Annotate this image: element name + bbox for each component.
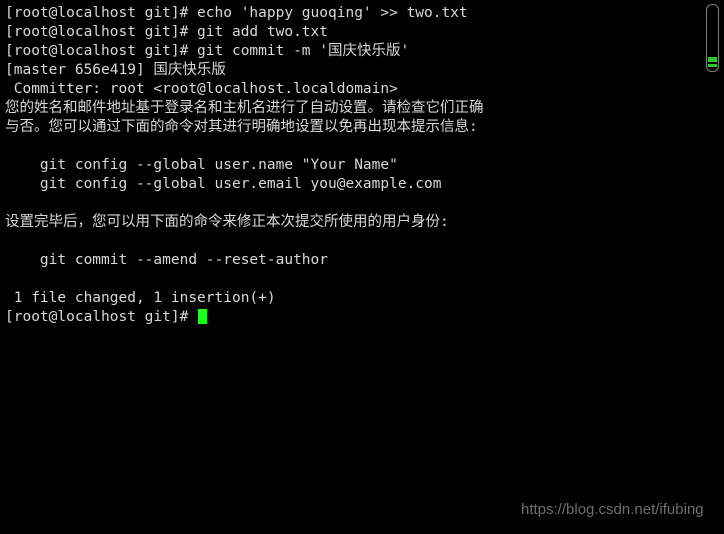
scrollbar-thumb[interactable]	[708, 57, 717, 62]
terminal-line: 设置完毕后，您可以用下面的命令来修正本次提交所使用的用户身份:	[5, 214, 449, 230]
terminal-window: [root@localhost git]# echo 'happy guoqin…	[0, 0, 724, 534]
terminal-prompt-line[interactable]: [root@localhost git]#	[5, 308, 700, 327]
terminal-line: 与否。您可以通过下面的命令对其进行明确地设置以免再出现本提示信息:	[5, 119, 478, 135]
terminal-line: 1 file changed, 1 insertion(+)	[5, 290, 276, 306]
terminal-line: git config --global user.name "Your Name…	[5, 157, 398, 173]
terminal-line: [root@localhost git]# git add two.txt	[5, 24, 329, 40]
scrollbar-thumb-marker[interactable]	[708, 64, 717, 67]
terminal-line: [root@localhost git]# echo 'happy guoqin…	[5, 5, 468, 21]
watermark: https://blog.csdn.net/ifubing	[521, 501, 704, 518]
terminal-line: [master 656e419] 国庆快乐版	[5, 62, 226, 78]
terminal-line: git config --global user.email you@examp…	[5, 176, 442, 192]
terminal-line: 您的姓名和邮件地址基于登录名和主机名进行了自动设置。请检查它们正确	[5, 100, 484, 116]
terminal-line: [root@localhost git]# git commit -m '国庆快…	[5, 43, 410, 59]
vertical-scrollbar[interactable]	[700, 0, 724, 534]
text-cursor	[198, 309, 208, 324]
terminal-output-area[interactable]: [root@localhost git]# echo 'happy guoqin…	[0, 0, 700, 534]
terminal-line: Committer: root <root@localhost.localdom…	[5, 81, 398, 97]
prompt-text: [root@localhost git]#	[5, 309, 198, 325]
terminal-line: git commit --amend --reset-author	[5, 252, 329, 268]
